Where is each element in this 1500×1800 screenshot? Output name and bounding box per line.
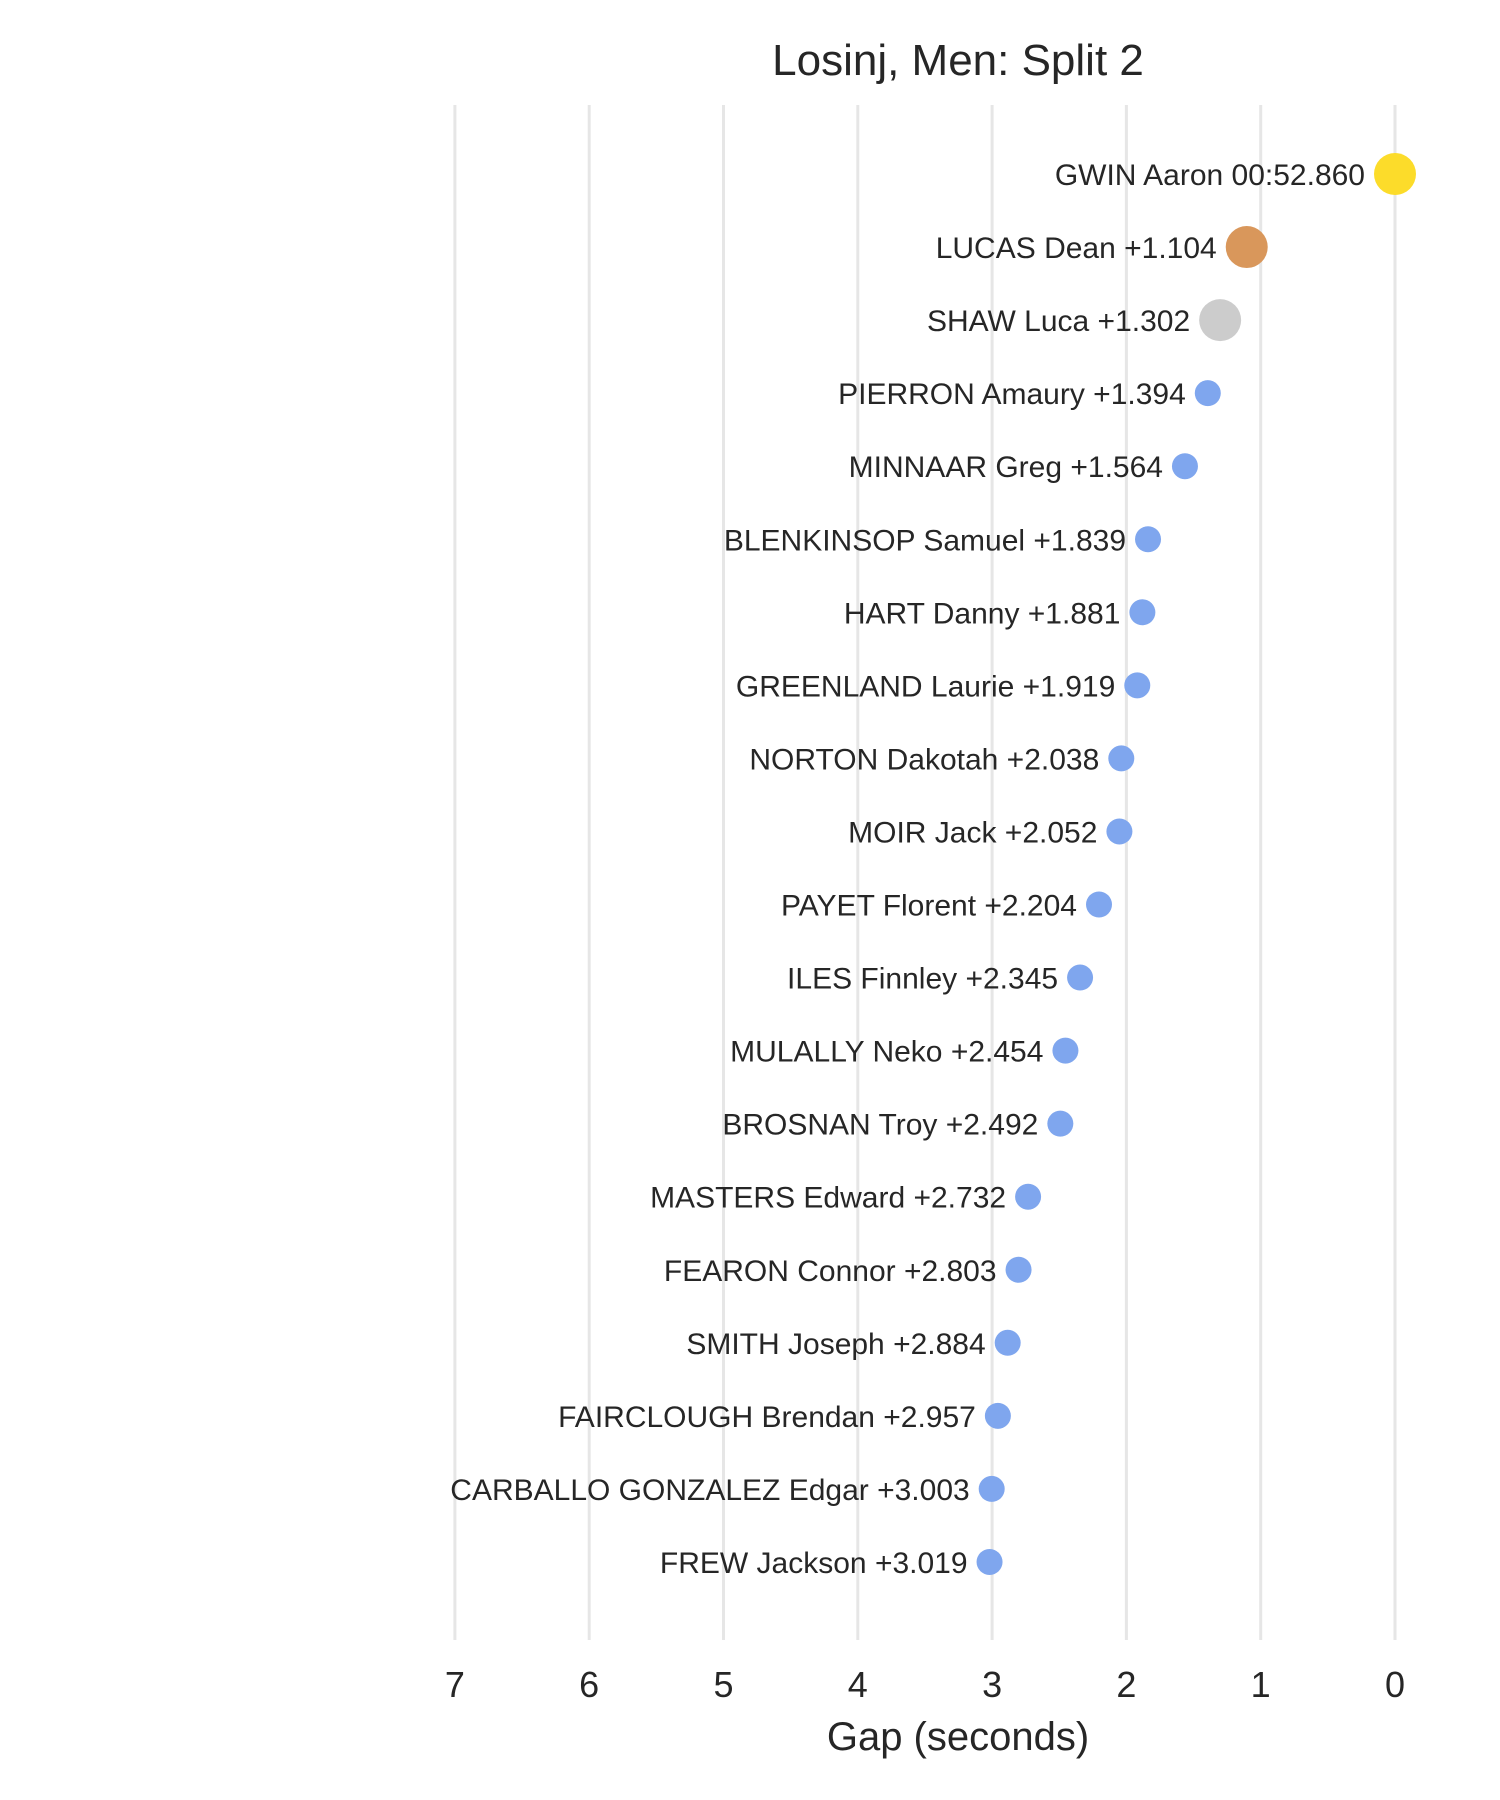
data-point [1124, 672, 1151, 699]
point-label: MINNAAR Greg +1.564 [849, 451, 1163, 484]
data-point [1135, 526, 1162, 553]
point-label: SMITH Joseph +2.884 [686, 1328, 985, 1361]
data-point [1171, 453, 1198, 480]
point-label: LUCAS Dean +1.104 [936, 232, 1217, 265]
data-point [1106, 818, 1133, 845]
chart: Losinj, Men: Split 2 GWIN Aaron 00:52.86… [445, 36, 1416, 1759]
data-point [1005, 1256, 1032, 1283]
data-point [1225, 226, 1268, 269]
data-point [1086, 891, 1113, 918]
x-tick-label: 6 [579, 1664, 599, 1705]
point-label: PIERRON Amaury +1.394 [838, 378, 1186, 411]
point-label: PAYET Florent +2.204 [781, 890, 1077, 923]
x-axis-ticks: 7 6 5 4 3 2 1 0 [445, 1664, 1405, 1705]
point-label: MOIR Jack +2.052 [848, 816, 1097, 849]
data-point [1194, 380, 1221, 407]
point-label: HART Danny +1.881 [844, 597, 1121, 630]
data-point [1129, 599, 1156, 626]
point-label: GWIN Aaron 00:52.860 [1055, 159, 1365, 192]
data-point [1108, 745, 1135, 772]
x-tick-label: 5 [713, 1664, 733, 1705]
data-point [994, 1329, 1021, 1356]
data-point [1374, 153, 1416, 195]
data-point [984, 1402, 1011, 1429]
point-label: FREW Jackson +3.019 [660, 1547, 968, 1580]
point-label: BROSNAN Troy +2.492 [722, 1109, 1038, 1142]
x-tick-label: 0 [1385, 1664, 1405, 1705]
x-tick-label: 1 [1251, 1664, 1271, 1705]
data-point [976, 1548, 1003, 1575]
x-tick-label: 3 [982, 1664, 1002, 1705]
x-tick-label: 2 [1116, 1664, 1136, 1705]
data-point [1047, 1110, 1074, 1137]
point-label: FAIRCLOUGH Brendan +2.957 [558, 1401, 976, 1434]
data-point [1052, 1037, 1079, 1064]
point-label: SHAW Luca +1.302 [927, 305, 1190, 338]
point-label: GREENLAND Laurie +1.919 [736, 670, 1115, 703]
point-label: MASTERS Edward +2.732 [650, 1182, 1006, 1215]
point-label: CARBALLO GONZALEZ Edgar +3.003 [450, 1474, 969, 1507]
x-tick-label: 7 [445, 1664, 465, 1705]
x-tick-label: 4 [848, 1664, 868, 1705]
data-points: GWIN Aaron 00:52.860 LUCAS Dean +1.104 SHA… [450, 153, 1416, 1580]
data-point [1067, 964, 1094, 991]
data-point [1199, 299, 1242, 342]
x-axis-label: Gap (seconds) [827, 1715, 1089, 1759]
data-point [1015, 1183, 1042, 1210]
point-label: FEARON Connor +2.803 [664, 1255, 997, 1288]
point-label: NORTON Dakotah +2.038 [749, 743, 1099, 776]
point-label: MULALLY Neko +2.454 [730, 1036, 1043, 1069]
chart-title: Losinj, Men: Split 2 [772, 36, 1144, 85]
point-label: BLENKINSOP Samuel +1.839 [724, 524, 1126, 557]
point-label: ILES Finnley +2.345 [787, 963, 1058, 996]
data-point [978, 1475, 1005, 1502]
